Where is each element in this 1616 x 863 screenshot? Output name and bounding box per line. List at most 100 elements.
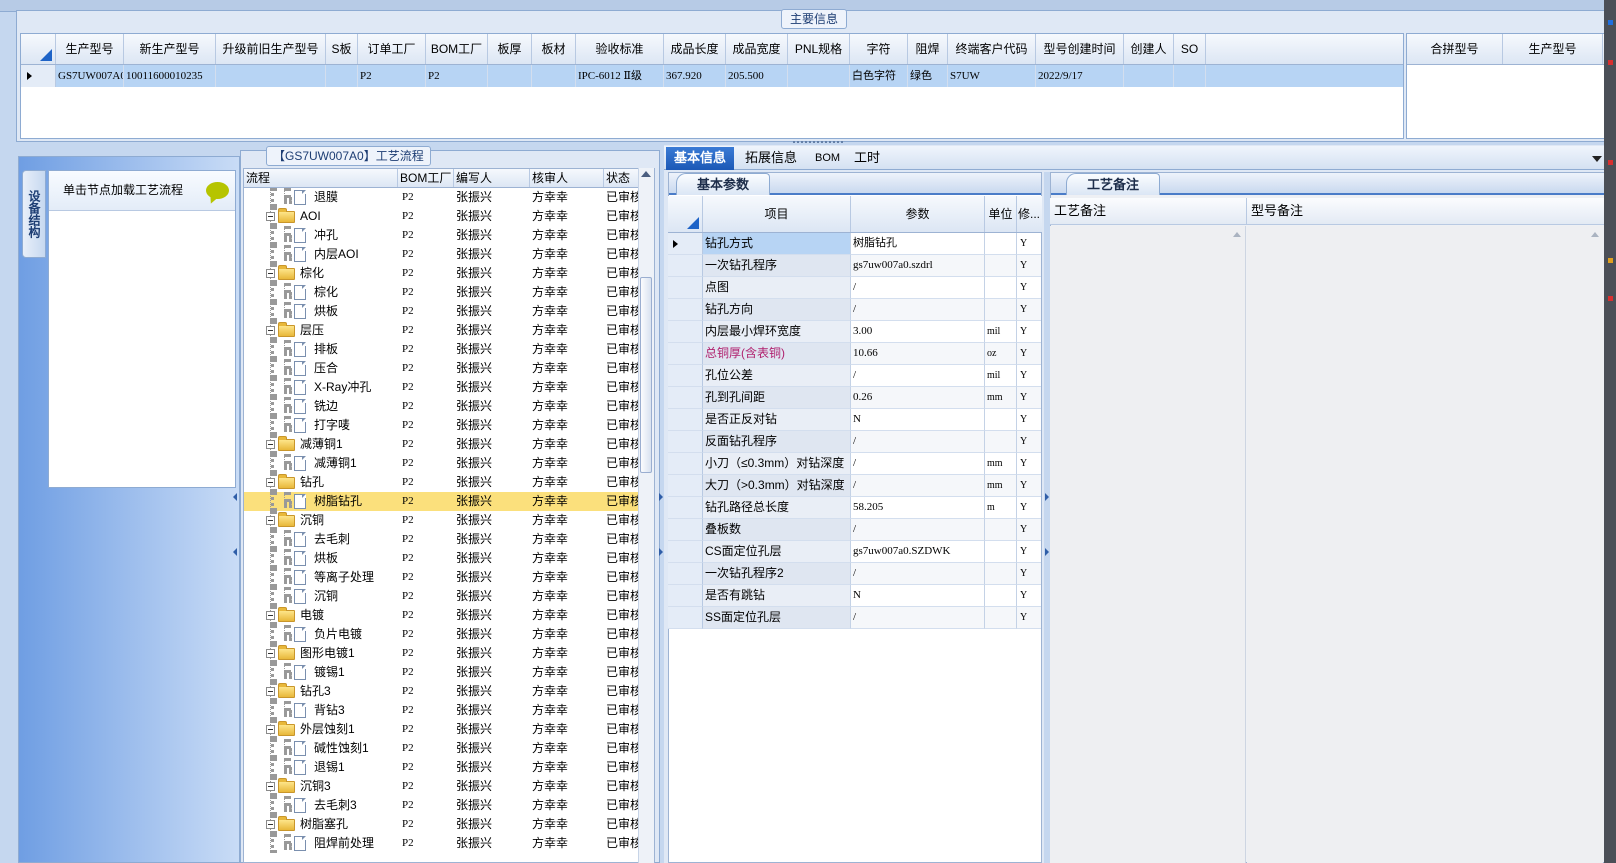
col-item[interactable]: 项目 (703, 196, 851, 232)
tree-node[interactable]: 沉铜 (244, 587, 398, 606)
param-value-cell[interactable]: / (851, 431, 985, 453)
row-indicator-icon[interactable] (668, 365, 703, 387)
scroll-up-arrow-icon[interactable] (1233, 232, 1241, 237)
param-modify-cell[interactable]: Y (1017, 585, 1041, 607)
param-value-cell[interactable]: 58.205 (851, 497, 985, 519)
col-status[interactable]: 状态 (604, 169, 639, 187)
col-process-remark[interactable]: 工艺备注 (1050, 198, 1247, 224)
param-row[interactable]: 点图 / Y (668, 277, 1042, 299)
param-modify-cell[interactable]: Y (1017, 563, 1041, 585)
merge-col-header[interactable]: 合拼型号 (1407, 34, 1503, 64)
param-value-cell[interactable]: / (851, 453, 985, 475)
main-cell[interactable]: IPC-6012 Ⅱ级 (576, 65, 664, 87)
param-modify-cell[interactable]: Y (1017, 343, 1041, 365)
main-col-header[interactable]: 终端客户代码 (948, 34, 1036, 64)
tree-node[interactable]: 树脂塞孔 (244, 815, 398, 834)
tab-bom[interactable]: BOM (807, 147, 848, 170)
tree-node[interactable]: 去毛刺3 (244, 796, 398, 815)
tree-node[interactable]: X-Ray冲孔 (244, 378, 398, 397)
row-indicator-icon[interactable] (668, 475, 703, 497)
main-cell[interactable] (532, 65, 576, 87)
main-col-header[interactable]: 字符 (850, 34, 908, 64)
main-col-header[interactable]: PNL规格 (788, 34, 850, 64)
param-value-cell[interactable]: / (851, 519, 985, 541)
tree-row[interactable]: 冲孔 P2 张振兴 方幸幸 已审核 (244, 226, 639, 245)
tree-row[interactable]: 铣边 P2 张振兴 方幸幸 已审核 (244, 397, 639, 416)
param-row[interactable]: SS面定位孔层 / Y (668, 607, 1042, 629)
main-col-header[interactable]: 阻焊 (908, 34, 948, 64)
row-indicator-icon[interactable] (668, 431, 703, 453)
collapse-toggle-icon[interactable] (266, 820, 275, 829)
row-indicator-icon[interactable] (668, 387, 703, 409)
main-cell[interactable] (326, 65, 358, 87)
row-indicator-icon[interactable] (668, 233, 703, 255)
main-col-header[interactable]: 生产型号 (56, 34, 124, 64)
main-info-row[interactable]: GS7UW007A0 10011600010235 P2 P2 IPC-6012 Ⅱ级 3… (21, 65, 1403, 87)
tree-node[interactable]: 沉铜3 (244, 777, 398, 796)
tree-node[interactable]: 外层蚀刻1 (244, 720, 398, 739)
main-col-header[interactable]: 升级前旧生产型号 (216, 34, 326, 64)
collapse-toggle-icon[interactable] (266, 611, 275, 620)
collapse-toggle-icon[interactable] (266, 212, 275, 221)
param-value-cell[interactable]: N (851, 585, 985, 607)
main-col-header[interactable]: 订单工厂 (358, 34, 426, 64)
tree-node[interactable]: 树脂钻孔 (244, 492, 398, 511)
main-col-header[interactable]: SO (1174, 34, 1206, 64)
main-col-header[interactable]: BOM工厂 (426, 34, 488, 64)
tree-row[interactable]: X-Ray冲孔 P2 张振兴 方幸幸 已审核 (244, 378, 639, 397)
tree-node[interactable]: 铣边 (244, 397, 398, 416)
row-indicator-icon[interactable] (668, 321, 703, 343)
tree-node[interactable]: 图形电镀1 (244, 644, 398, 663)
tree-row[interactable]: 棕化 P2 张振兴 方幸幸 已审核 (244, 264, 639, 283)
row-indicator-icon[interactable] (668, 409, 703, 431)
process-remark-field[interactable] (1050, 226, 1246, 863)
col-param[interactable]: 参数 (851, 196, 985, 232)
tree-node[interactable]: 减薄铜1 (244, 435, 398, 454)
tree-row[interactable]: 去毛刺 P2 张振兴 方幸幸 已审核 (244, 530, 639, 549)
collapse-toggle-icon[interactable] (266, 725, 275, 734)
row-indicator-icon[interactable] (668, 343, 703, 365)
tree-row[interactable]: 退膜 P2 张振兴 方幸幸 已审核 (244, 188, 639, 207)
param-value-cell[interactable]: gs7uw007a0.szdrl (851, 255, 985, 277)
tree-node[interactable]: 等离子处理 (244, 568, 398, 587)
tree-node[interactable]: AOI (244, 207, 398, 226)
main-col-header[interactable]: S板 (326, 34, 358, 64)
col-modify[interactable]: 修... (1017, 196, 1041, 232)
param-row[interactable]: 是否正反对钻 N Y (668, 409, 1042, 431)
main-cell[interactable] (788, 65, 850, 87)
row-indicator-icon[interactable] (21, 65, 56, 87)
tree-node[interactable]: 打字唛 (244, 416, 398, 435)
tree-node[interactable]: 棕化 (244, 264, 398, 283)
tree-node[interactable]: 冲孔 (244, 226, 398, 245)
tree-vertical-scrollbar[interactable] (638, 168, 654, 863)
tree-node[interactable]: 减薄铜1 (244, 454, 398, 473)
collapse-toggle-icon[interactable] (266, 516, 275, 525)
tree-row[interactable]: 去毛刺3 P2 张振兴 方幸幸 已审核 (244, 796, 639, 815)
param-modify-cell[interactable]: Y (1017, 453, 1041, 475)
collapse-toggle-icon[interactable] (266, 687, 275, 696)
param-value-cell[interactable]: 树脂钻孔 (851, 233, 985, 255)
row-indicator-icon[interactable] (668, 277, 703, 299)
tree-node[interactable]: 钻孔3 (244, 682, 398, 701)
param-value-cell[interactable]: 3.00 (851, 321, 985, 343)
main-cell[interactable] (1124, 65, 1174, 87)
tree-row[interactable]: 电镀 P2 张振兴 方幸幸 已审核 (244, 606, 639, 625)
tree-row[interactable]: 沉铜 P2 张振兴 方幸幸 已审核 (244, 587, 639, 606)
param-modify-cell[interactable]: Y (1017, 299, 1041, 321)
tree-node[interactable]: 电镀 (244, 606, 398, 625)
col-unit[interactable]: 单位 (985, 196, 1017, 232)
tree-node[interactable]: 阻焊前处理 (244, 834, 398, 853)
row-indicator-icon[interactable] (668, 299, 703, 321)
tree-row[interactable]: 碱性蚀刻1 P2 张振兴 方幸幸 已审核 (244, 739, 639, 758)
main-cell[interactable]: 367.920 (664, 65, 726, 87)
param-row[interactable]: CS面定位孔层 gs7uw007a0.SZDWK Y (668, 541, 1042, 563)
main-cell[interactable]: P2 (358, 65, 426, 87)
tree-row[interactable]: 图形电镀1 P2 张振兴 方幸幸 已审核 (244, 644, 639, 663)
param-modify-cell[interactable]: Y (1017, 233, 1041, 255)
scroll-up-arrow-icon[interactable] (1591, 232, 1599, 237)
main-cell[interactable] (216, 65, 326, 87)
main-col-header[interactable]: 新生产型号 (124, 34, 216, 64)
collapse-toggle-icon[interactable] (266, 649, 275, 658)
tree-row[interactable]: 负片电镀 P2 张振兴 方幸幸 已审核 (244, 625, 639, 644)
param-value-cell[interactable]: 0.26 (851, 387, 985, 409)
